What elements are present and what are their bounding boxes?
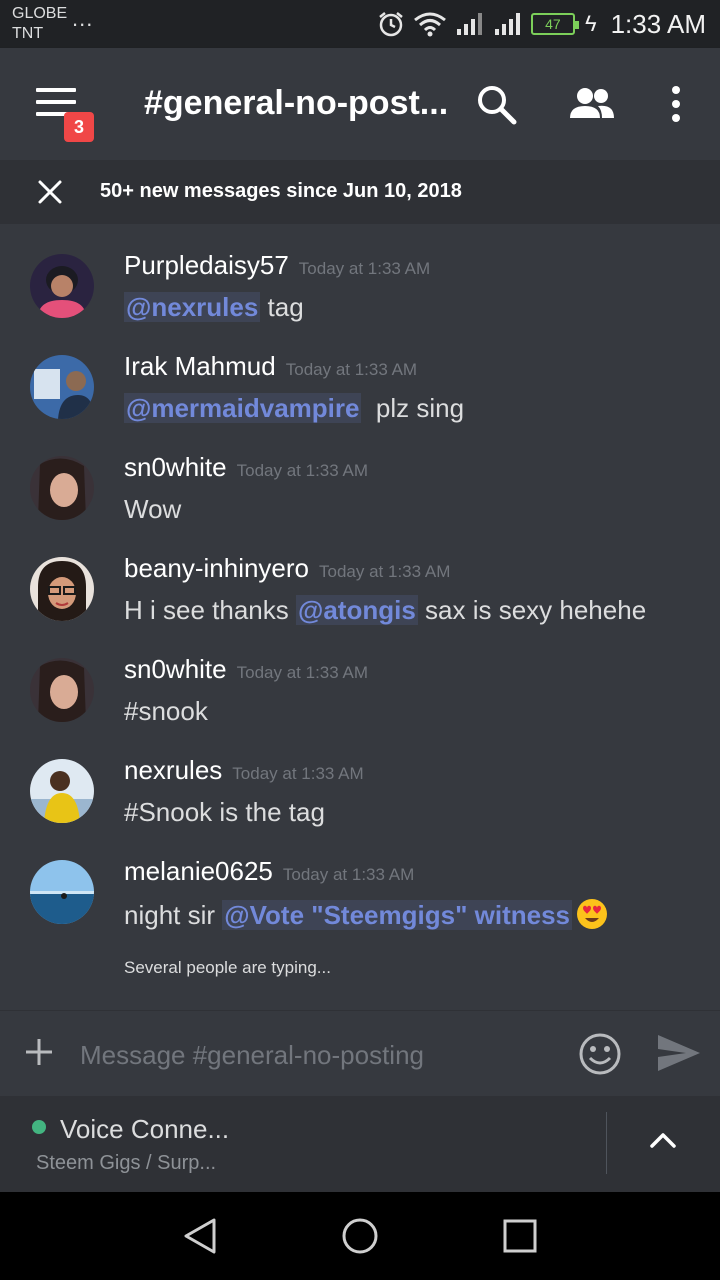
message[interactable]: sn0white Today at 1:33 AM Wow (0, 442, 720, 543)
heart-eyes-emoji-icon (576, 899, 607, 929)
message-author[interactable]: Purpledaisy57 Today at 1:33 AM (124, 250, 430, 281)
message-input[interactable] (80, 1035, 560, 1075)
message-content: night sir @Vote "Steemgigs" witness (124, 898, 608, 931)
members-icon[interactable] (568, 82, 616, 126)
message-content: @nexrules tag (124, 292, 304, 323)
message[interactable]: sn0white Today at 1:33 AM #snook (0, 644, 720, 745)
chevron-up-icon[interactable] (648, 1130, 678, 1150)
voice-title: Voice Conne... (60, 1114, 230, 1144)
message-author[interactable]: sn0white Today at 1:33 AM (124, 452, 368, 483)
user-mention[interactable]: @nexrules (124, 292, 261, 322)
message-composer (0, 1010, 720, 1096)
charging-icon: ϟ (584, 11, 597, 36)
message-timestamp: Today at 1:33 AM (298, 259, 431, 278)
back-icon[interactable] (180, 1216, 220, 1256)
message[interactable]: melanie0625 Today at 1:33 AM night sir @V… (0, 846, 720, 947)
message[interactable]: Purpledaisy57 Today at 1:33 AM @nexrules … (0, 240, 720, 341)
message-timestamp: Today at 1:33 AM (285, 360, 418, 379)
user-mention[interactable]: @Vote "Steemgigs" witness (222, 900, 572, 930)
alarm-icon (379, 12, 403, 37)
status-icons: 47 ϟ 1:33 AM (377, 8, 706, 40)
signal-2-icon (494, 13, 520, 35)
carrier-line-1: GLOBE (12, 5, 68, 22)
author-name[interactable]: sn0white (124, 452, 227, 482)
avatar[interactable] (30, 456, 94, 520)
message-timestamp: Today at 1:33 AM (236, 663, 368, 682)
emoji-picker-icon[interactable] (578, 1032, 622, 1076)
message[interactable]: beany-inhinyero Today at 1:33 AM H i see … (0, 543, 720, 644)
home-icon[interactable] (340, 1216, 380, 1256)
new-messages-banner[interactable]: 50+ new messages since Jun 10, 2018 (0, 160, 720, 224)
clock: 1:33 AM (610, 8, 706, 39)
message-text: tag (260, 292, 304, 322)
channel-header: 3 #general-no-post... (0, 48, 720, 160)
avatar[interactable] (30, 860, 94, 924)
author-name[interactable]: Irak Mahmud (124, 351, 276, 381)
voice-channel: Steem Gigs / Surp... (36, 1152, 217, 1174)
overflow-menu-icon[interactable] (654, 82, 698, 126)
author-name[interactable]: sn0white (124, 654, 227, 684)
author-name[interactable]: nexrules (124, 755, 222, 785)
message-timestamp: Today at 1:33 AM (232, 764, 364, 783)
avatar[interactable] (30, 759, 94, 823)
unread-badge: 3 (64, 112, 94, 142)
message-timestamp: Today at 1:33 AM (319, 562, 451, 581)
more-notifications-icon: ... (72, 6, 94, 31)
add-attachment-icon[interactable] (24, 1037, 54, 1067)
divider (606, 1112, 607, 1174)
author-name[interactable]: melanie0625 (124, 856, 273, 886)
channel-title[interactable]: #general-no-post... (144, 84, 454, 123)
message-timestamp: Today at 1:33 AM (282, 865, 415, 884)
message-content: @mermaidvampire plz sing (124, 393, 464, 424)
message-author[interactable]: nexrules Today at 1:33 AM (124, 755, 364, 786)
avatar[interactable] (30, 557, 94, 621)
carrier-line-2: TNT (12, 25, 44, 42)
user-mention[interactable]: @mermaidvampire (124, 393, 362, 423)
menu-icon (36, 88, 76, 92)
message-content: #snook (124, 696, 208, 726)
message[interactable]: nexrules Today at 1:33 AM #Snook is the t… (0, 745, 720, 846)
message-content: #Snook is the tag (124, 797, 325, 827)
message-timestamp: Today at 1:33 AM (236, 461, 368, 480)
message-content: Wow (124, 494, 182, 524)
message-author[interactable]: beany-inhinyero Today at 1:33 AM (124, 553, 450, 584)
message-text: plz sing (361, 393, 465, 423)
menu-icon-bar (36, 100, 76, 104)
battery-icon: 47 (530, 13, 579, 35)
user-mention[interactable]: @atongis (295, 595, 418, 625)
status-bar: GLOBE TNT ... 47 ϟ 1:33 AM (0, 0, 720, 48)
carrier-label: GLOBE TNT (12, 4, 67, 44)
signal-1-icon (456, 13, 482, 35)
voice-connection-bar[interactable]: Voice Conne... Steem Gigs / Surp... (0, 1096, 720, 1192)
message-author[interactable]: Irak Mahmud Today at 1:33 AM (124, 351, 417, 382)
wifi-icon (414, 12, 446, 37)
author-name[interactable]: beany-inhinyero (124, 553, 309, 583)
voice-status-dot (32, 1120, 46, 1134)
new-messages-text: 50+ new messages since Jun 10, 2018 (100, 180, 462, 202)
message-content: H i see thanks @atongis sax is sexy hehe… (124, 595, 646, 626)
avatar[interactable] (30, 355, 94, 419)
avatar[interactable] (30, 254, 94, 318)
typing-indicator: Several people are typing... (124, 958, 331, 977)
close-icon[interactable] (36, 178, 64, 206)
recents-icon[interactable] (500, 1216, 540, 1256)
author-name[interactable]: Purpledaisy57 (124, 250, 289, 280)
message[interactable]: Irak Mahmud Today at 1:33 AM @mermaidvamp… (0, 341, 720, 442)
message-list: Purpledaisy57 Today at 1:33 AM @nexrules … (0, 240, 720, 947)
search-icon[interactable] (474, 82, 518, 126)
send-icon[interactable] (656, 1033, 702, 1073)
system-navigation-bar (0, 1192, 720, 1280)
message-text: night sir (124, 900, 223, 930)
avatar[interactable] (30, 658, 94, 722)
message-text: sax is sexy hehehe (417, 595, 647, 625)
message-author[interactable]: melanie0625 Today at 1:33 AM (124, 856, 414, 887)
message-text: H i see thanks (124, 595, 296, 625)
message-author[interactable]: sn0white Today at 1:33 AM (124, 654, 368, 685)
discord-app: GLOBE TNT ... 47 ϟ 1:33 AM 3 #general-no… (0, 0, 720, 1280)
